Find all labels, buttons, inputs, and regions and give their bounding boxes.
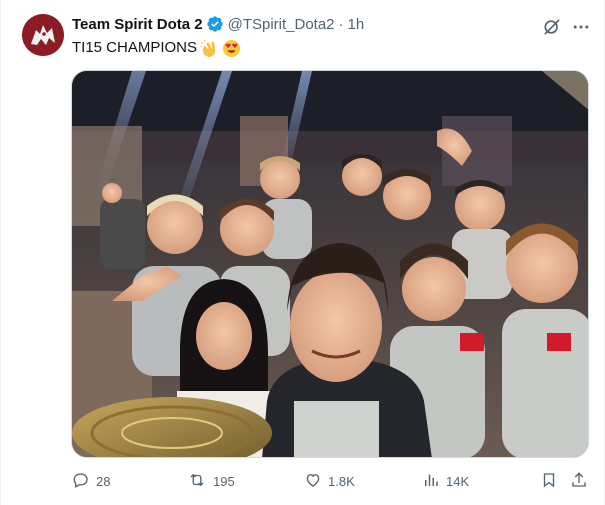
tweet-photo[interactable] <box>71 70 589 458</box>
share-button[interactable] <box>570 467 588 495</box>
timestamp[interactable]: 1h <box>348 16 365 33</box>
profile-avatar[interactable] <box>22 14 64 56</box>
tweet-card[interactable]: Team Spirit Dota 2 @TSpirit_Dota2 · 1h T… <box>0 0 605 505</box>
reply-button[interactable]: 28 <box>72 467 110 495</box>
verified-badge-icon <box>206 15 224 33</box>
views-chart-icon <box>422 471 440 492</box>
champions-selfie-photo <box>72 71 588 457</box>
more-dots-icon[interactable] <box>569 16 593 38</box>
views-button[interactable]: 14K <box>422 467 469 495</box>
heart-eyes-emoji-icon <box>222 39 241 58</box>
retweet-icon <box>187 471 207 492</box>
tweet-text: TI15 CHAMPIONS <box>72 38 241 58</box>
retweet-count: 195 <box>213 473 235 489</box>
like-count: 1.8K <box>328 473 355 489</box>
share-icon <box>570 471 588 492</box>
clapping-hands-emoji-icon <box>200 39 219 58</box>
user-handle[interactable]: @TSpirit_Dota2 <box>228 16 335 33</box>
views-count: 14K <box>446 473 470 489</box>
reply-icon <box>72 471 90 492</box>
team-spirit-logo-icon <box>22 14 64 56</box>
action-bar: 28 195 1.8K 14K <box>72 467 592 495</box>
bookmark-icon <box>540 471 558 492</box>
separator-dot: · <box>338 15 344 33</box>
display-name[interactable]: Team Spirit Dota 2 <box>72 16 203 33</box>
like-button[interactable]: 1.8K <box>304 467 355 495</box>
tweet-header: Team Spirit Dota 2 @TSpirit_Dota2 · 1h <box>72 14 364 34</box>
tweet-text-content: TI15 CHAMPIONS <box>72 39 198 56</box>
retweet-button[interactable]: 195 <box>187 467 235 495</box>
grok-icon[interactable] <box>541 16 563 38</box>
bookmark-button[interactable] <box>540 467 558 495</box>
reply-count: 28 <box>96 473 111 489</box>
heart-icon <box>304 471 322 492</box>
